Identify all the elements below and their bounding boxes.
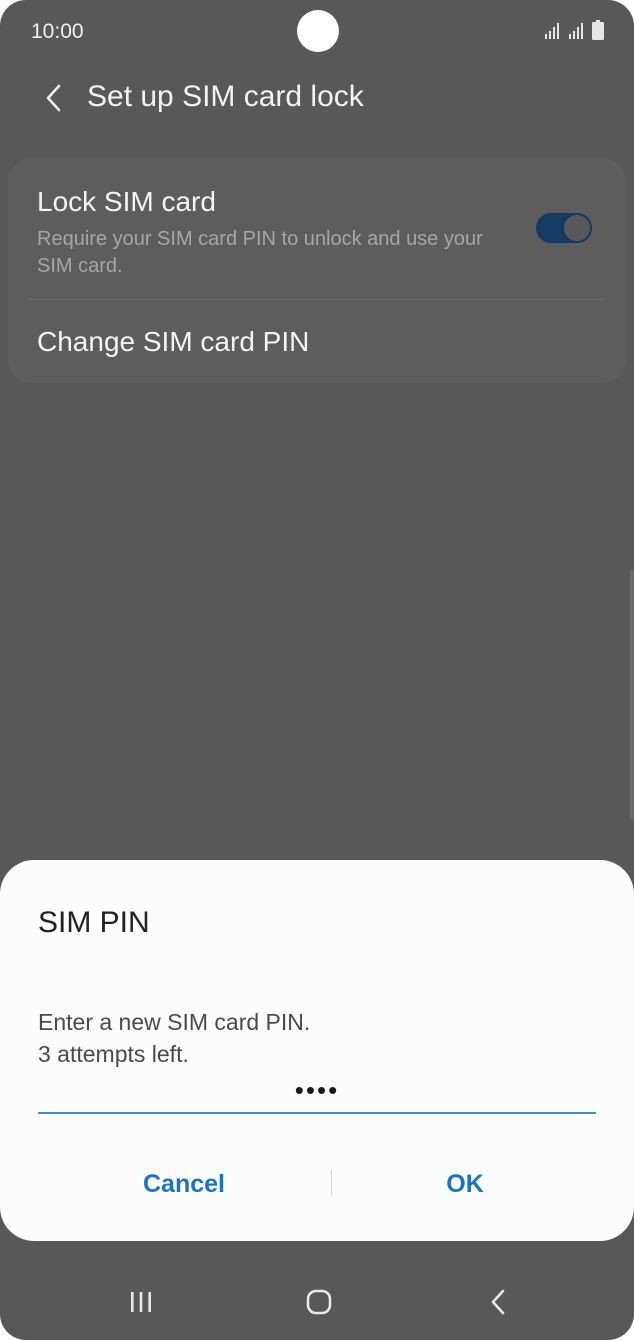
chevron-left-icon	[46, 84, 61, 112]
lock-sim-title: Lock SIM card	[37, 186, 216, 217]
signal-bars-icon	[544, 22, 562, 45]
dialog-message: Enter a new SIM card PIN. 3 attempts lef…	[38, 1006, 310, 1070]
home-icon	[306, 1289, 332, 1315]
dialog-message-line2: 3 attempts left.	[38, 1041, 189, 1067]
lock-sim-row[interactable]: Lock SIM card Require your SIM card PIN …	[8, 158, 626, 299]
pin-input[interactable]	[38, 1068, 596, 1114]
lock-sim-subtitle: Require your SIM card PIN to unlock and …	[37, 228, 483, 277]
cancel-button[interactable]: Cancel	[64, 1156, 304, 1212]
phone-screen: 10:00 Set up SIM card lock Lock SIM card…	[0, 0, 634, 1340]
change-pin-title: Change SIM card PIN	[37, 326, 310, 357]
edge-panel-handle[interactable]	[630, 570, 634, 820]
sim-pin-dialog: SIM PIN Enter a new SIM card PIN. 3 atte…	[0, 860, 634, 1241]
back-icon	[491, 1289, 505, 1315]
lock-sim-toggle[interactable]	[536, 213, 592, 243]
signal-bars-icon	[568, 22, 586, 45]
toggle-knob	[562, 213, 592, 243]
recents-icon	[131, 1292, 151, 1312]
nav-back-button[interactable]	[478, 1282, 518, 1322]
settings-card: Lock SIM card Require your SIM card PIN …	[8, 158, 626, 383]
battery-icon	[592, 20, 604, 45]
status-icons	[544, 20, 604, 45]
nav-recents-button[interactable]	[121, 1282, 161, 1322]
status-time: 10:00	[31, 20, 84, 43]
back-button[interactable]	[34, 78, 74, 118]
dialog-message-line1: Enter a new SIM card PIN.	[38, 1009, 311, 1035]
change-pin-row[interactable]: Change SIM card PIN	[8, 300, 626, 383]
front-camera	[297, 10, 339, 52]
button-separator	[331, 1170, 332, 1196]
page-title: Set up SIM card lock	[87, 80, 364, 113]
nav-home-button[interactable]	[298, 1282, 340, 1322]
dialog-title: SIM PIN	[38, 906, 150, 939]
ok-button[interactable]: OK	[345, 1156, 585, 1212]
